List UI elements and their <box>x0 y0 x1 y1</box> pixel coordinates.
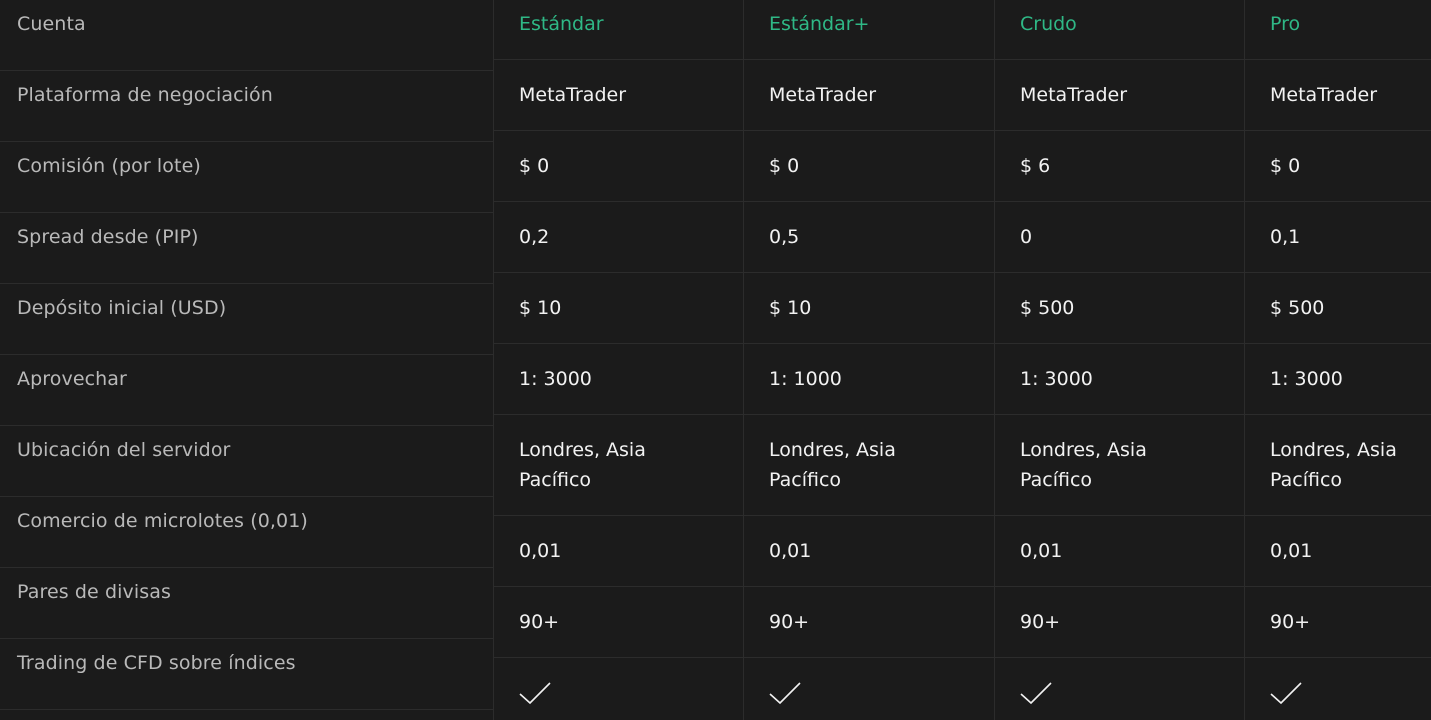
account-comparison-table: Cuenta Plataforma de negociación Comisió… <box>0 0 1431 720</box>
account-header: Estándar <box>494 0 744 60</box>
server-line-2: Pacífico <box>1270 469 1343 491</box>
checkmark-icon <box>519 682 551 705</box>
account-header: Estándar+ <box>744 0 994 60</box>
leverage-value: 1: 3000 <box>1245 344 1431 415</box>
row-label-commission: Comisión (por lote) <box>0 142 493 213</box>
server-value: Londres, Asia Pacífico <box>1245 415 1431 516</box>
platform-value: MetaTrader <box>1245 60 1431 131</box>
microlots-value: 0,01 <box>1245 516 1431 587</box>
account-column-estandar: Estándar MetaTrader $ 0 0,2 $ 10 1: 3000… <box>494 0 744 720</box>
deposit-value: $ 10 <box>744 273 994 344</box>
row-label-server: Ubicación del servidor <box>0 426 493 497</box>
microlots-value: 0,01 <box>494 516 744 587</box>
server-line-1: Londres, Asia <box>1270 439 1397 461</box>
server-line-2: Pacífico <box>1020 469 1093 491</box>
server-value: Londres, Asia Pacífico <box>995 415 1245 516</box>
spread-value: 0 <box>995 202 1245 273</box>
account-column-crudo: Crudo MetaTrader $ 6 0 $ 500 1: 3000 Lon… <box>995 0 1245 720</box>
row-label-cfd: Trading de CFD sobre índices <box>0 639 493 710</box>
checkmark-icon <box>1270 682 1302 705</box>
commission-value: $ 0 <box>494 131 744 202</box>
commission-value: $ 6 <box>995 131 1245 202</box>
account-column-estandar-plus: Estándar+ MetaTrader $ 0 0,5 $ 10 1: 100… <box>744 0 994 720</box>
spread-value: 0,5 <box>744 202 994 273</box>
leverage-value: 1: 3000 <box>494 344 744 415</box>
server-line-2: Pacífico <box>519 469 592 491</box>
microlots-value: 0,01 <box>744 516 994 587</box>
checkmark-icon <box>769 682 801 705</box>
server-line-1: Londres, Asia <box>769 439 896 461</box>
platform-value: MetaTrader <box>494 60 744 131</box>
cfd-value <box>995 658 1245 720</box>
leverage-value: 1: 3000 <box>995 344 1245 415</box>
deposit-value: $ 500 <box>995 273 1245 344</box>
row-label-microlots: Comercio de microlotes (0,01) <box>0 497 493 568</box>
cfd-value <box>1245 658 1431 720</box>
server-line-1: Londres, Asia <box>519 439 646 461</box>
pairs-value: 90+ <box>1245 587 1431 658</box>
commission-value: $ 0 <box>744 131 994 202</box>
spread-value: 0,1 <box>1245 202 1431 273</box>
pairs-value: 90+ <box>744 587 994 658</box>
server-value: Londres, Asia Pacífico <box>494 415 744 516</box>
commission-value: $ 0 <box>1245 131 1431 202</box>
microlots-value: 0,01 <box>995 516 1245 587</box>
checkmark-icon <box>1020 682 1052 705</box>
row-label-leverage: Aprovechar <box>0 355 493 426</box>
cfd-value <box>494 658 744 720</box>
deposit-value: $ 10 <box>494 273 744 344</box>
server-line-1: Londres, Asia <box>1020 439 1147 461</box>
platform-value: MetaTrader <box>995 60 1245 131</box>
row-label-spread: Spread desde (PIP) <box>0 213 493 284</box>
account-header: Pro <box>1245 0 1431 60</box>
row-label-platform: Plataforma de negociación <box>0 71 493 142</box>
row-label-account: Cuenta <box>0 0 493 71</box>
platform-value: MetaTrader <box>744 60 994 131</box>
account-column-pro: Pro MetaTrader $ 0 0,1 $ 500 1: 3000 Lon… <box>1245 0 1431 720</box>
row-label-deposit: Depósito inicial (USD) <box>0 284 493 355</box>
deposit-value: $ 500 <box>1245 273 1431 344</box>
row-label-pairs: Pares de divisas <box>0 568 493 639</box>
leverage-value: 1: 1000 <box>744 344 994 415</box>
server-line-2: Pacífico <box>769 469 842 491</box>
pairs-value: 90+ <box>494 587 744 658</box>
row-label-column: Cuenta Plataforma de negociación Comisió… <box>0 0 493 720</box>
account-header: Crudo <box>995 0 1245 60</box>
cfd-value <box>744 658 994 720</box>
spread-value: 0,2 <box>494 202 744 273</box>
pairs-value: 90+ <box>995 587 1245 658</box>
server-value: Londres, Asia Pacífico <box>744 415 994 516</box>
